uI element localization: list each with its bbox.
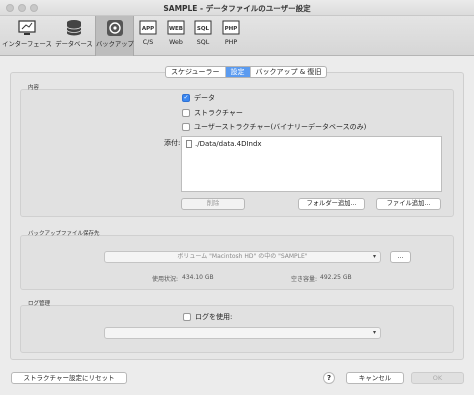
tab-bar: スケジューラー 設定 バックアップ & 復旧	[165, 66, 328, 78]
cancel-button[interactable]: キャンセル	[346, 372, 404, 384]
help-button[interactable]: ?	[323, 372, 335, 384]
toolbar-item-sql[interactable]: SQL SQL	[192, 16, 214, 56]
svg-text:WEB: WEB	[169, 26, 183, 32]
add-file-button[interactable]: ファイル追加...	[376, 198, 441, 210]
toolbar-item-cs[interactable]: APP C/S	[137, 16, 159, 56]
toolbar-item-backup[interactable]: バックアップ	[95, 16, 134, 56]
structure-checkbox-row[interactable]: ストラクチャー	[182, 108, 243, 118]
browse-button[interactable]: ...	[390, 251, 411, 263]
svg-text:APP: APP	[142, 26, 154, 32]
log-group-title: ログ管理	[28, 301, 51, 307]
data-checkbox[interactable]: ✓	[182, 94, 190, 102]
content-group-title: 内容	[28, 85, 40, 91]
toolbar-item-interface[interactable]: インターフェース	[2, 16, 52, 56]
backup-icon	[106, 20, 123, 36]
toolbar-item-php[interactable]: PHP PHP	[220, 16, 242, 56]
structure-checkbox-label: ストラクチャー	[194, 109, 243, 117]
list-item[interactable]: ./Data/data.4DIndx	[186, 140, 262, 148]
add-folder-button[interactable]: フォルダー追加...	[298, 198, 365, 210]
used-value: 434.10 GB	[182, 274, 214, 281]
svg-text:PHP: PHP	[225, 26, 238, 32]
interface-icon	[18, 20, 36, 35]
tab-scheduler[interactable]: スケジューラー	[166, 67, 226, 77]
sql-icon: SQL	[194, 20, 212, 35]
user-structure-checkbox-row[interactable]: ユーザーストラクチャー(バイナリーデータベースのみ)	[182, 122, 366, 132]
tab-backup-restore[interactable]: バックアップ & 復旧	[251, 67, 327, 77]
free-label: 空き容量:	[291, 276, 318, 283]
web-icon: WEB	[167, 20, 185, 35]
svg-text:SQL: SQL	[197, 26, 210, 32]
attachment-list[interactable]: ./Data/data.4DIndx	[181, 136, 442, 192]
php-icon: PHP	[222, 20, 240, 35]
document-icon	[186, 140, 192, 148]
attachment-path: ./Data/data.4DIndx	[195, 140, 262, 148]
title-bar: SAMPLE - データファイルのユーザー設定	[0, 0, 474, 16]
data-checkbox-label: データ	[194, 94, 215, 102]
backup-location-select[interactable]: ボリューム "Macintosh HD" の中の "SAMPLE" ▾	[104, 251, 381, 263]
user-structure-checkbox-label: ユーザーストラクチャー(バイナリーデータベースのみ)	[194, 123, 367, 131]
ok-button[interactable]: OK	[411, 372, 464, 384]
tab-settings[interactable]: 設定	[225, 67, 251, 77]
data-checkbox-row[interactable]: ✓ データ	[182, 93, 215, 103]
select-arrow-icon: ▾	[372, 253, 376, 260]
free-value: 492.25 GB	[320, 274, 352, 281]
reset-structure-button[interactable]: ストラクチャー設定にリセット	[11, 372, 127, 384]
structure-checkbox[interactable]	[182, 109, 190, 117]
log-path-select[interactable]: ▾	[104, 327, 381, 339]
toolbar: インターフェース データベース バックアップ APP C/S WEB Web S…	[0, 16, 474, 56]
user-structure-checkbox[interactable]	[182, 123, 190, 131]
select-arrow-icon: ▾	[372, 329, 376, 336]
use-log-label: ログを使用:	[195, 313, 233, 321]
attach-label: 添付:	[164, 139, 181, 147]
window-title: SAMPLE - データファイルのユーザー設定	[163, 4, 311, 13]
database-icon	[66, 20, 82, 36]
delete-button[interactable]: 削除	[181, 198, 245, 210]
use-log-checkbox-row[interactable]: ログを使用:	[183, 312, 232, 322]
backup-location-value: ボリューム "Macintosh HD" の中の "SAMPLE"	[177, 253, 308, 260]
toolbar-item-database[interactable]: データベース	[54, 16, 94, 56]
backup-location-title: バックアップファイル保存先	[28, 231, 100, 237]
used-label: 使用状況:	[152, 276, 179, 283]
use-log-checkbox[interactable]	[183, 313, 191, 321]
toolbar-item-web[interactable]: WEB Web	[164, 16, 188, 56]
app-icon: APP	[139, 20, 157, 35]
